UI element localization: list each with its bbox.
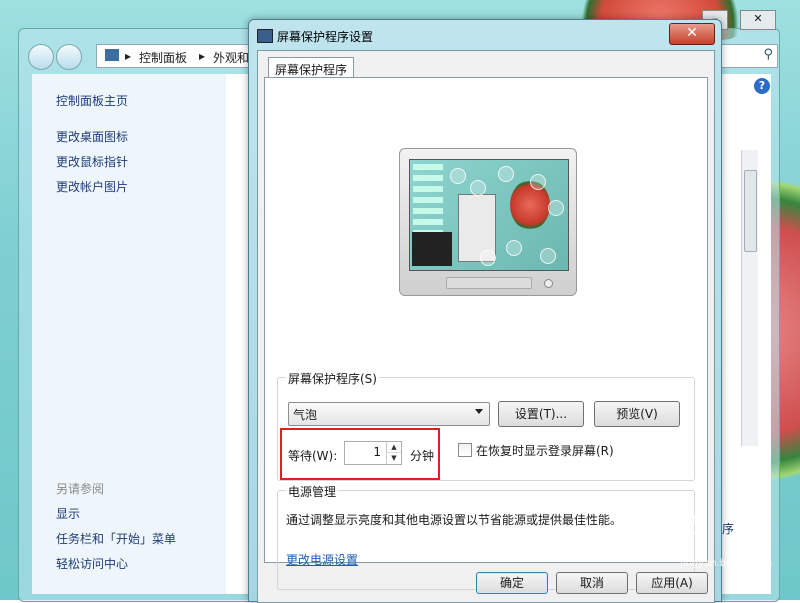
forward-button[interactable] [56,44,82,70]
chevron-down-icon [475,409,483,414]
back-button[interactable] [28,44,54,70]
search-icon[interactable]: ⚲ [763,47,773,62]
breadcrumb-appearance[interactable]: 外观和 [213,49,249,66]
change-power-settings-link[interactable]: 更改电源设置 [286,551,358,568]
screensaver-group-label: 屏幕保护程序(S) [286,370,379,387]
power-group-label: 电源管理 [286,483,339,500]
sidebar-link-home[interactable]: 控制面板主页 [56,92,128,109]
resume-logon-checkbox[interactable] [458,443,472,457]
sidebar-link-account-picture[interactable]: 更改帐户图片 [56,178,128,195]
see-also-taskbar[interactable]: 任务栏和「开始」菜单 [56,530,176,547]
power-button-icon [544,279,553,288]
monitor-icon [257,29,273,43]
scrollbar-thumb[interactable] [744,170,757,252]
stepper-buttons: ▲ ▼ [386,442,401,464]
preview-screen [409,159,569,271]
sidebar-link-mouse-pointer[interactable]: 更改鼠标指针 [56,153,128,170]
control-panel-icon [105,49,119,61]
apply-button[interactable]: 应用(A) [636,572,708,594]
screensaver-select[interactable]: 气泡 [288,402,490,426]
scrollbar[interactable] [741,150,758,446]
bubble [450,168,466,184]
screensaver-selected: 气泡 [293,408,318,422]
monitor-base [446,277,532,289]
dialog-title: 屏幕保护程序设置 [277,30,374,44]
bubble [540,248,556,264]
preview-watermelon [510,180,550,230]
sidebar-link-desktop-icons[interactable]: 更改桌面图标 [56,128,128,145]
bubble [498,166,514,182]
resume-logon-label[interactable]: 在恢复时显示登录屏幕(R) [476,442,614,459]
monitor-preview [399,148,577,296]
stepper-down-icon[interactable]: ▼ [387,453,401,463]
see-also-ease-of-access[interactable]: 轻松访问中心 [56,555,128,572]
bubble [480,250,496,266]
chevron-right-icon: ▸ [199,49,206,63]
close-button[interactable]: ✕ [669,23,715,45]
see-also-display[interactable]: 显示 [56,505,80,522]
preview-button[interactable]: 预览(V) [594,401,680,427]
see-also-heading: 另请参阅 [56,482,105,496]
partial-link[interactable]: 序 [722,520,734,537]
wait-minutes-stepper[interactable]: 1 ▲ ▼ [344,441,402,465]
wait-unit-label: 分钟 [410,449,435,463]
chevron-right-icon: ▸ [125,49,132,63]
wait-highlight-box: 等待(W): 1 ▲ ▼ 分钟 [280,428,440,480]
bubble [506,240,522,256]
bubble [530,174,546,190]
bubble [470,180,486,196]
settings-button[interactable]: 设置(T)... [498,401,584,427]
wait-minutes-value[interactable]: 1 [373,445,381,459]
preview-dark-window [412,232,452,266]
wait-label: 等待(W): [288,449,338,463]
control-panel-sidebar: 控制面板主页 更改桌面图标 更改鼠标指针 更改帐户图片 另请参阅 显示 任务栏和… [32,74,226,594]
watermark-url: jingyan.baidu.com [680,558,773,569]
ok-button[interactable]: 确定 [476,572,548,594]
breadcrumb-control-panel[interactable]: 控制面板 [139,49,187,66]
bubble [548,200,564,216]
cancel-button[interactable]: 取消 [556,572,628,594]
watermark-brand: Bai 经验 [612,514,703,539]
screensaver-group: 屏幕保护程序(S) 气泡 设置(T)... 预览(V) 等待(W): 1 ▲ ▼ [277,370,695,481]
help-icon[interactable]: ? [754,78,770,94]
tab-panel: 屏幕保护程序(S) 气泡 设置(T)... 预览(V) 等待(W): 1 ▲ ▼ [264,77,708,590]
stepper-up-icon[interactable]: ▲ [387,442,401,453]
close-window-button[interactable]: ✕ [740,10,776,30]
